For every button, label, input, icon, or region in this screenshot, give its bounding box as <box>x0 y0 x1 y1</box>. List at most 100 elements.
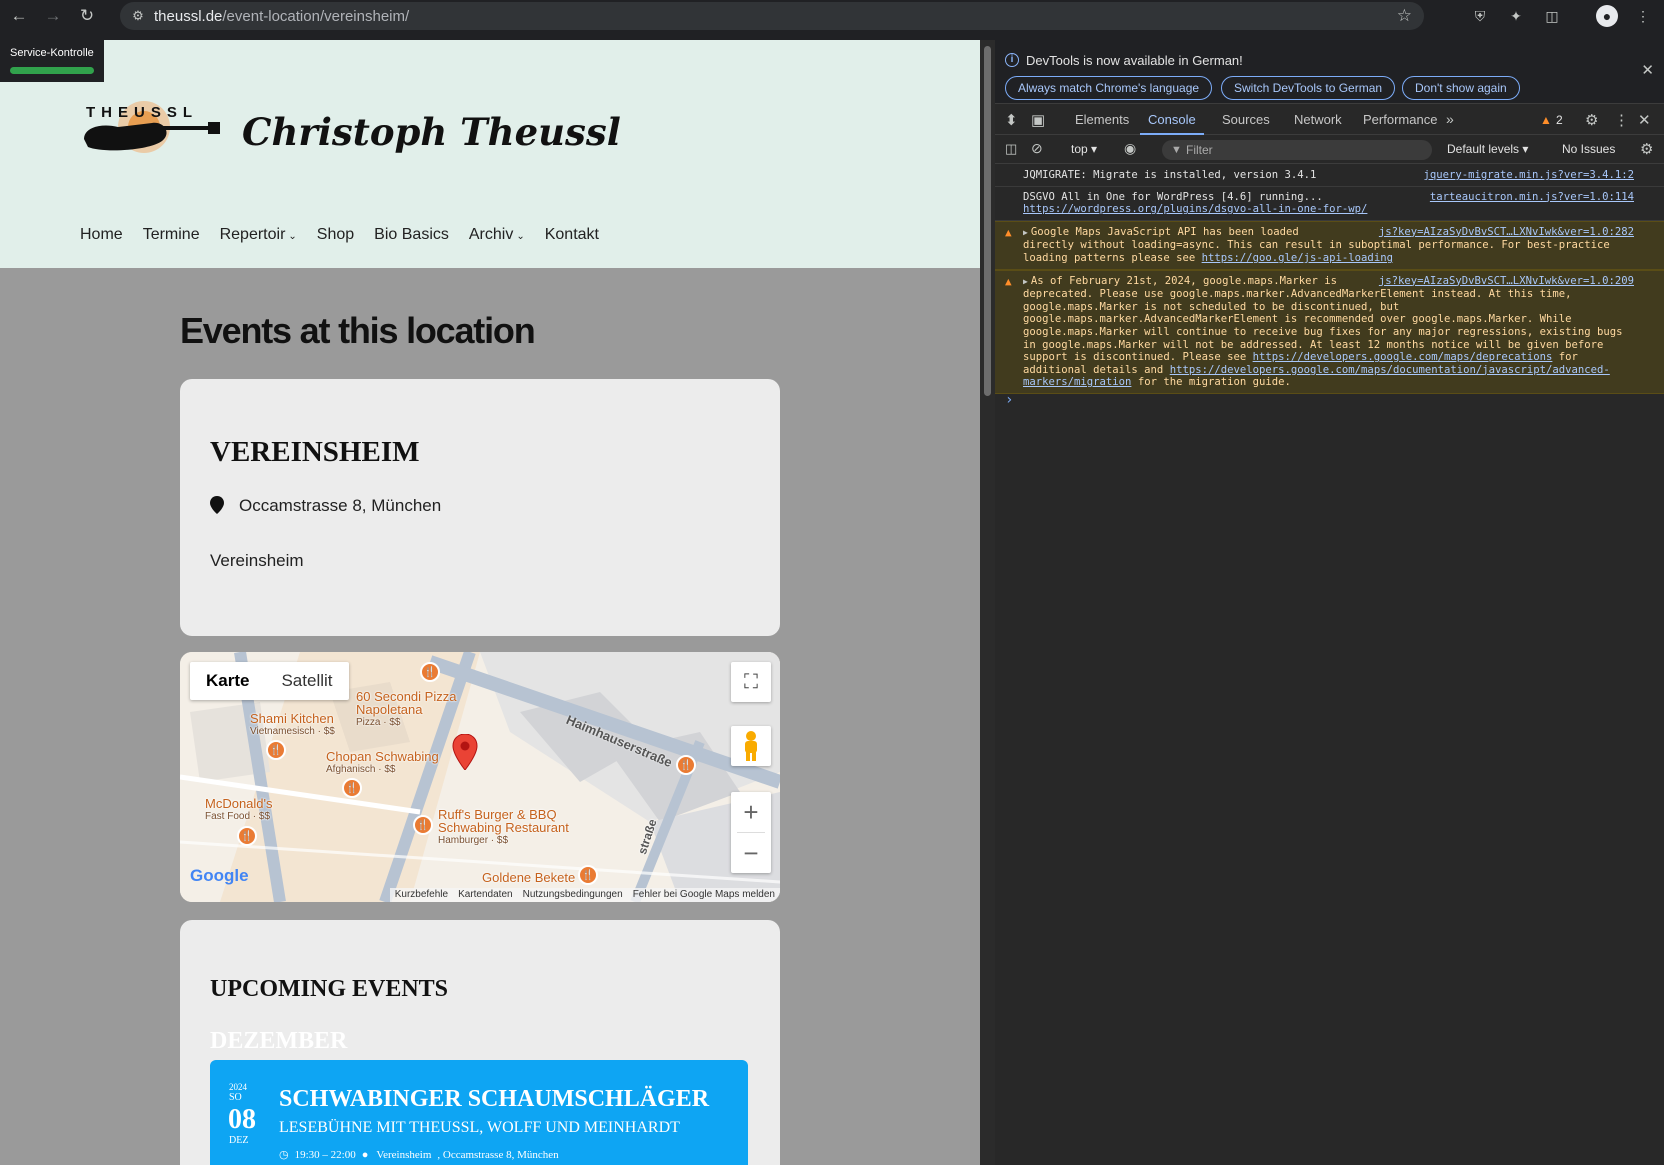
nav-bio-basics[interactable]: Bio Basics <box>374 226 449 244</box>
console-warning[interactable]: ▲ ▶ As of February 21st, 2024, google.map… <box>995 269 1664 394</box>
puzzle-icon[interactable]: ◫ <box>1541 5 1563 27</box>
google-logo[interactable]: Google <box>190 866 249 886</box>
sidebar-toggle-icon[interactable]: ◫ <box>1005 141 1017 157</box>
restaurant-icon[interactable]: 🍴 <box>676 755 696 775</box>
tab-elements[interactable]: Elements <box>1075 105 1129 135</box>
console-prompt-row[interactable]: › <box>995 393 1664 414</box>
restaurant-icon[interactable]: 🍴 <box>578 865 598 885</box>
restaurant-icon[interactable]: 🍴 <box>420 662 440 682</box>
poi-ruffs-burger[interactable]: Ruff's Burger & BBQ Schwabing Restaurant H… <box>438 808 569 847</box>
warning-count[interactable]: 2 <box>1556 113 1563 127</box>
location-marker-icon[interactable] <box>452 734 478 770</box>
google-map[interactable]: Haimhauserstraße straße 🍴 60 Secondi Piz… <box>180 652 780 902</box>
pegman-icon[interactable] <box>731 726 771 766</box>
console-warning[interactable]: ▲ ▶ Google Maps JavaScript API has been l… <box>995 220 1664 270</box>
nav-kontakt[interactable]: Kontakt <box>545 226 599 244</box>
expand-triangle-icon[interactable]: ▶ <box>1023 228 1028 237</box>
filter-input[interactable]: ▼ Filter <box>1162 140 1432 160</box>
event-venue[interactable]: Vereinsheim <box>376 1149 431 1161</box>
nav-home[interactable]: Home <box>80 226 123 244</box>
console-messages: JQMIGRATE: Migrate is installed, version… <box>995 165 1664 1165</box>
site-title[interactable]: Christoph Theussl <box>242 110 621 154</box>
restaurant-icon[interactable]: 🍴 <box>413 815 433 835</box>
fullscreen-icon[interactable]: ⛶ <box>731 662 771 702</box>
filter-placeholder: Filter <box>1186 143 1213 157</box>
event-meta: ◷ 19:30 – 22:00 ● Vereinsheim , Occamstr… <box>279 1148 559 1162</box>
forward-icon[interactable]: → <box>38 1 68 31</box>
browser-toolbar: ← → ↻ ⚙ theussl.de/event-location/verein… <box>0 0 1664 32</box>
bookmark-star-icon[interactable]: ☆ <box>1397 6 1412 26</box>
switch-german-button[interactable]: Switch DevTools to German <box>1221 76 1396 100</box>
scrollbar-thumb[interactable] <box>984 46 991 396</box>
nav-termine[interactable]: Termine <box>143 226 200 244</box>
menu-kebab-icon[interactable]: ⋮ <box>1632 5 1654 27</box>
reload-icon[interactable]: ↻ <box>72 1 102 31</box>
warning-icon[interactable]: ▲ <box>1540 113 1552 127</box>
back-icon[interactable]: ← <box>4 1 34 31</box>
issues-counter[interactable]: No Issues <box>1562 142 1615 156</box>
message-source-link[interactable]: js?key=AIzaSyDvBvSCT…LXNvIwk&ver=1.0:282 <box>1379 226 1634 239</box>
tab-performance[interactable]: Performance <box>1363 105 1437 135</box>
eye-icon[interactable]: ◉ <box>1124 140 1136 157</box>
message-link[interactable]: https://wordpress.org/plugins/dsgvo-all-… <box>1023 203 1367 215</box>
tab-sources[interactable]: Sources <box>1222 105 1270 135</box>
url-text[interactable]: theussl.de/event-location/vereinsheim/ <box>154 8 409 25</box>
dont-show-again-button[interactable]: Don't show again <box>1402 76 1520 100</box>
poi-mcdonalds[interactable]: McDonald's Fast Food · $$ <box>205 797 273 823</box>
poi-shami-kitchen[interactable]: Shami Kitchen Vietnamesisch · $$ <box>250 712 335 738</box>
device-toolbar-icon[interactable]: ▣ <box>1031 111 1045 129</box>
map-terms-link[interactable]: Nutzungsbedingungen <box>518 888 628 902</box>
zoom-out-icon[interactable]: − <box>731 833 771 873</box>
message-source-link[interactable]: tarteaucitron.min.js?ver=1.0:114 <box>1430 191 1634 204</box>
tab-network[interactable]: Network <box>1294 105 1342 135</box>
nav-repertoir[interactable]: Repertoir ⌄ <box>220 226 297 244</box>
kebab-menu-icon[interactable]: ⋮ <box>1614 111 1629 129</box>
nav-archiv[interactable]: Archiv ⌄ <box>469 226 525 244</box>
restaurant-icon[interactable]: 🍴 <box>266 740 286 760</box>
event-time: 19:30 – 22:00 <box>294 1148 356 1161</box>
site-info-icon[interactable]: ⚙ <box>124 8 152 24</box>
map-type-map-button[interactable]: Karte <box>190 662 265 700</box>
zoom-in-icon[interactable]: + <box>731 792 771 832</box>
clear-console-icon[interactable]: ⊘ <box>1031 140 1043 157</box>
map-type-satellite-button[interactable]: Satellit <box>265 662 348 700</box>
site-logo[interactable]: THEUSSL <box>82 87 222 162</box>
page-scrollbar[interactable] <box>980 40 995 1165</box>
poi-chopan-schwabing[interactable]: Chopan Schwabing Afghanisch · $$ <box>326 750 439 776</box>
info-icon: i <box>1005 53 1019 67</box>
message-link[interactable]: https://goo.gle/js-api-loading <box>1202 252 1393 264</box>
nav-shop[interactable]: Shop <box>317 226 354 244</box>
poi-60-secondi[interactable]: 60 Secondi Pizza Napoletana Pizza · $$ <box>356 690 456 729</box>
extension-icon[interactable]: ✦ <box>1505 5 1527 27</box>
map-report-error-link[interactable]: Fehler bei Google Maps melden <box>628 888 780 902</box>
tab-console[interactable]: Console <box>1140 105 1204 135</box>
map-data-link[interactable]: Kartendaten <box>453 888 518 902</box>
poi-goldene-bekete[interactable]: Goldene Bekete <box>482 871 575 884</box>
message-link[interactable]: https://developers.google.com/maps/depre… <box>1253 351 1553 363</box>
url-path: /event-location/vereinsheim/ <box>222 7 410 25</box>
google-logo-text: Google <box>190 866 249 885</box>
restaurant-icon[interactable]: 🍴 <box>237 826 257 846</box>
location-pin-icon <box>210 496 224 514</box>
expand-triangle-icon[interactable]: ▶ <box>1023 277 1028 286</box>
event-item[interactable]: 2024 SO 08 DEZ SCHWABINGER SCHAUMSCHLÄGE… <box>210 1060 748 1165</box>
shield-extension-icon[interactable]: ⛨ <box>1469 5 1491 27</box>
close-devtools-icon[interactable]: ✕ <box>1638 111 1651 129</box>
event-title[interactable]: SCHWABINGER SCHAUMSCHLÄGER <box>279 1086 709 1113</box>
map-shortcuts-link[interactable]: Kurzbefehle <box>390 888 453 902</box>
close-icon[interactable]: ✕ <box>1641 61 1654 79</box>
log-levels-dropdown[interactable]: Default levels ▾ <box>1447 142 1528 156</box>
message-source-link[interactable]: js?key=AIzaSyDvBvSCT…LXNvIwk&ver=1.0:209 <box>1379 275 1634 288</box>
caret-down-icon: ▾ <box>1522 142 1529 156</box>
address-bar[interactable]: ⚙ theussl.de/event-location/vereinsheim/… <box>120 2 1424 30</box>
service-control-badge[interactable]: Service-Kontrolle <box>0 40 104 82</box>
message-source-link[interactable]: jquery-migrate.min.js?ver=3.4.1:2 <box>1424 169 1634 182</box>
settings-gear-icon[interactable]: ⚙ <box>1585 111 1598 129</box>
context-selector[interactable]: top ▾ <box>1071 142 1097 156</box>
more-tabs-chevron-icon[interactable]: » <box>1446 111 1454 127</box>
profile-avatar-icon[interactable]: ● <box>1596 5 1618 27</box>
inspect-element-icon[interactable]: ⬍ <box>1005 111 1018 129</box>
console-settings-icon[interactable]: ⚙ <box>1640 140 1653 158</box>
match-language-button[interactable]: Always match Chrome's language <box>1005 76 1213 100</box>
restaurant-icon[interactable]: 🍴 <box>342 778 362 798</box>
